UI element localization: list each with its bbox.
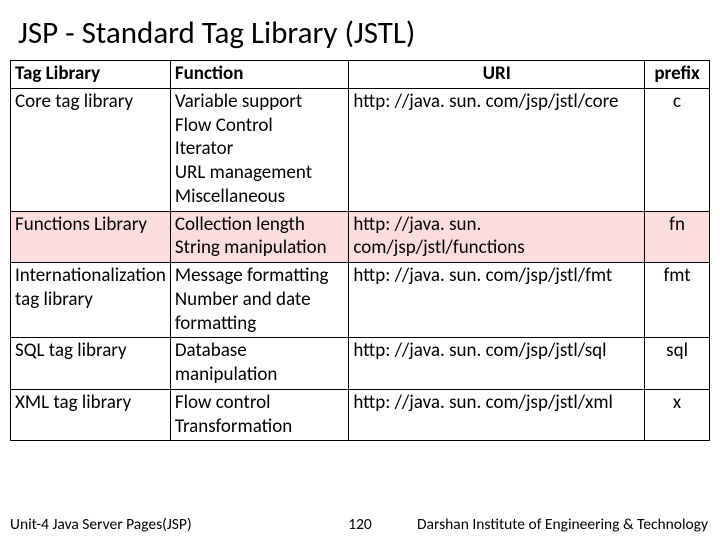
cell-lib: SQL tag library	[11, 338, 171, 390]
footer-right: Darshan Institute of Engineering & Techn…	[417, 515, 708, 534]
cell-uri: http: //java. sun. com/jsp/jstl/fmt	[349, 263, 645, 338]
table-header-row: Tag Library Function URI prefix	[11, 61, 710, 89]
cell-lib: XML tag library	[11, 389, 171, 441]
cell-uri: http: //java. sun. com/jsp/jstl/sql	[349, 338, 645, 390]
cell-prefix: x	[645, 389, 710, 441]
table-row: Functions Library Collection length Stri…	[11, 211, 710, 263]
cell-prefix: sql	[645, 338, 710, 390]
cell-func: Variable support Flow Control Iterator U…	[170, 88, 349, 211]
table-row: SQL tag library Database manipulation ht…	[11, 338, 710, 390]
cell-prefix: fn	[645, 211, 710, 263]
table-row: Internationalization tag library Message…	[11, 263, 710, 338]
cell-prefix: c	[645, 88, 710, 211]
jstl-table: Tag Library Function URI prefix Core tag…	[10, 60, 710, 441]
cell-lib: Functions Library	[11, 211, 171, 263]
cell-func: Flow control Transformation	[170, 389, 349, 441]
cell-func: Database manipulation	[170, 338, 349, 390]
cell-lib: Core tag library	[11, 88, 171, 211]
cell-lib: Internationalization tag library	[11, 263, 171, 338]
col-lib: Tag Library	[11, 61, 171, 89]
cell-uri: http: //java. sun. com/jsp/jstl/core	[349, 88, 645, 211]
slide: JSP - Standard Tag Library (JSTL) Tag Li…	[0, 0, 720, 540]
page-title: JSP - Standard Tag Library (JSTL)	[0, 0, 720, 60]
col-uri: URI	[349, 61, 645, 89]
footer-page: 120	[348, 515, 372, 534]
col-prefix: prefix	[645, 61, 710, 89]
table-row: Core tag library Variable support Flow C…	[11, 88, 710, 211]
cell-func: Collection length String manipulation	[170, 211, 349, 263]
col-func: Function	[170, 61, 349, 89]
cell-uri: http: //java. sun. com/jsp/jstl/xml	[349, 389, 645, 441]
cell-prefix: fmt	[645, 263, 710, 338]
footer-left: Unit-4 Java Server Pages(JSP)	[10, 515, 192, 534]
cell-uri: http: //java. sun. com/jsp/jstl/function…	[349, 211, 645, 263]
table-row: XML tag library Flow control Transformat…	[11, 389, 710, 441]
cell-func: Message formatting Number and date forma…	[170, 263, 349, 338]
